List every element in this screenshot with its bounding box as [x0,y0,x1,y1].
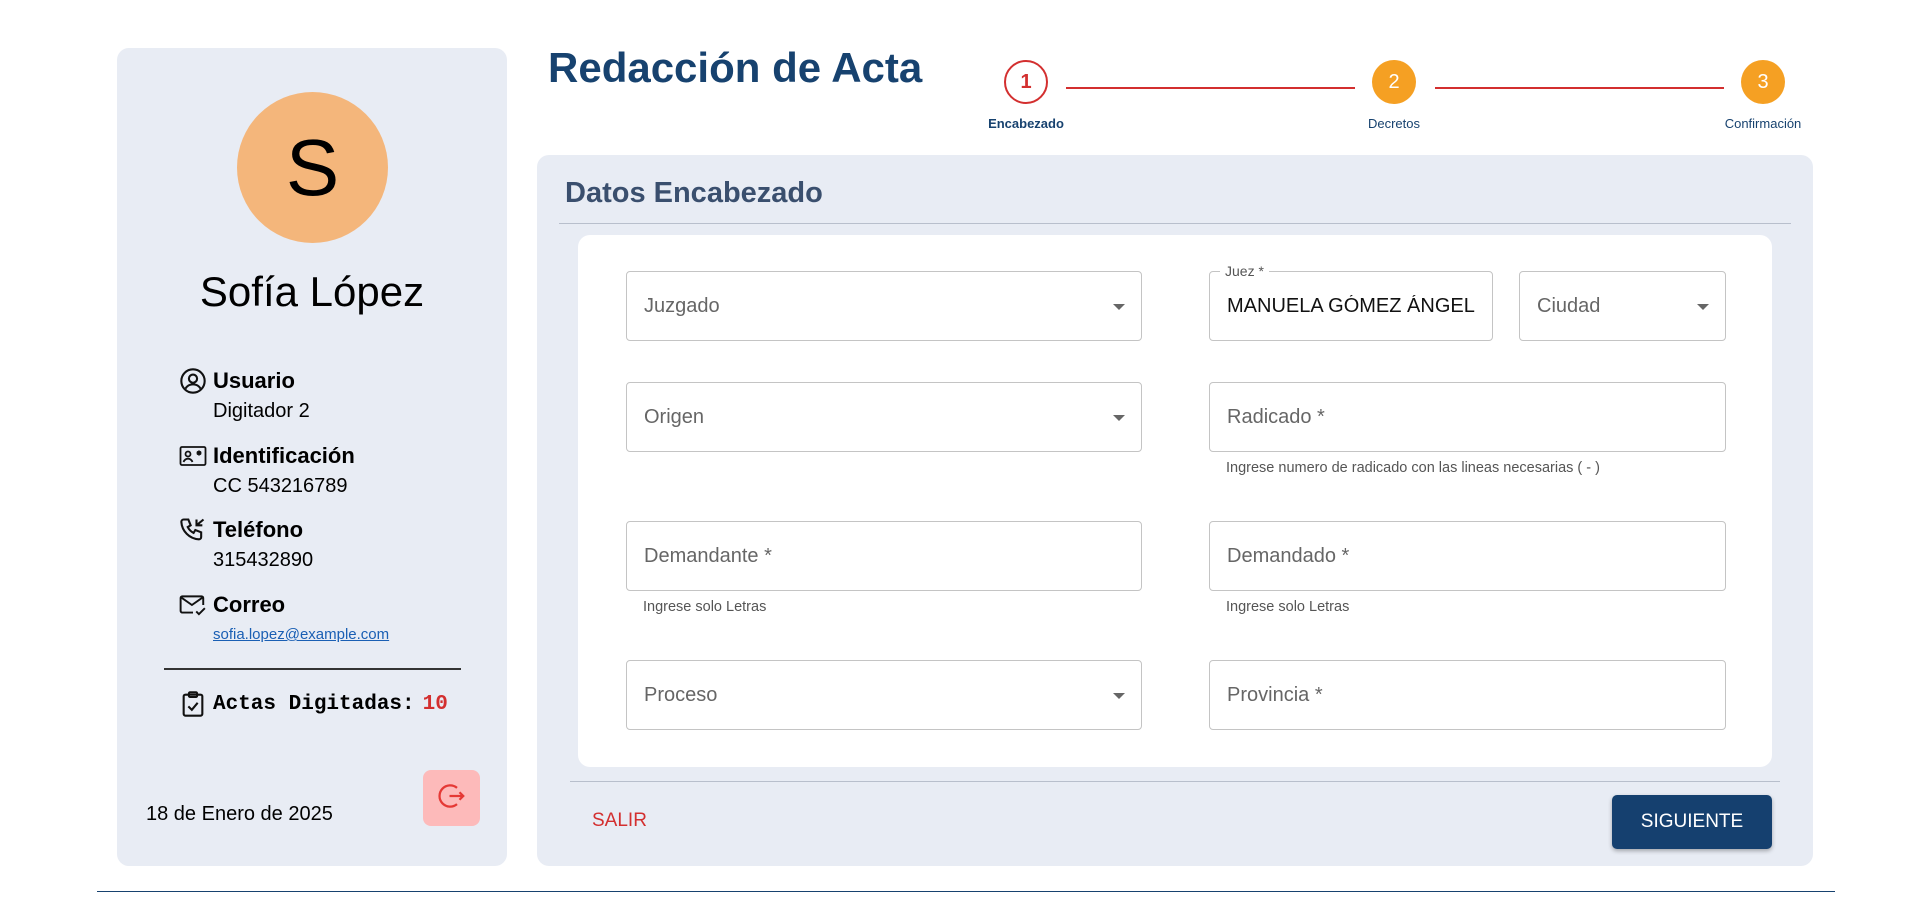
origen-select[interactable]: Origen [626,382,1142,452]
juez-field[interactable]: Juez * MANUELA GÓMEZ ÁNGEL [1209,263,1493,341]
step-encabezado[interactable]: 1 Encabezado [976,60,1076,131]
demandante-field[interactable]: Demandante * [626,521,1142,591]
info-usuario: Usuario Digitador 2 [179,366,310,430]
avatar-letter: S [285,122,340,212]
mail-check-icon [179,590,209,620]
stepper-connector-1 [1066,87,1355,89]
proceso-placeholder: Proceso [644,683,718,706]
ciudad-placeholder: Ciudad [1537,294,1601,317]
demandado-helper: Ingrese solo Letras [1226,599,1350,615]
usuario-label: Usuario [213,368,295,393]
demandante-helper: Ingrese solo Letras [643,599,767,615]
info-correo: Correo sofia.lopez@example.com [179,590,389,643]
id-card-icon [179,441,209,471]
telefono-value: 315432890 [213,549,314,571]
page-title: Redacción de Acta [548,44,923,91]
ciudad-select[interactable]: Ciudad [1519,271,1726,341]
step-3-circle: 3 [1741,60,1785,104]
profile-sidebar: S Sofía López Usuario Digitador 2 Identi… [117,48,507,866]
step-2-label: Decretos [1367,116,1421,131]
account-circle-icon [179,366,209,396]
actas-label: Actas Digitadas: [213,692,415,716]
provincia-field[interactable]: Provincia * [1209,660,1726,730]
form-card: Datos Encabezado Juzgado Juez * MANUELA … [537,155,1813,866]
identificacion-label: Identificación [213,443,355,468]
phone-icon [179,515,209,545]
chevron-down-icon [1113,304,1125,310]
demandante-placeholder: Demandante * [644,544,772,567]
demandado-field[interactable]: Demandado * [1209,521,1726,591]
radicado-helper: Ingrese numero de radicado con las linea… [1226,460,1600,476]
telefono-label: Teléfono [213,517,304,542]
step-1-label: Encabezado [988,116,1064,131]
juzgado-placeholder: Juzgado [644,294,720,317]
demandado-placeholder: Demandado * [1227,544,1350,567]
juzgado-select[interactable]: Juzgado [626,271,1142,341]
step-decretos[interactable]: 2 Decretos [1344,60,1444,131]
section-title: Datos Encabezado [565,177,823,209]
step-2-circle: 2 [1372,60,1416,104]
avatar: S [237,92,388,243]
actas-count: 10 [422,692,448,716]
info-identificacion: Identificación CC 543216789 [179,441,355,505]
provincia-placeholder: Provincia * [1227,683,1323,706]
form-panel: Juzgado Juez * MANUELA GÓMEZ ÁNGEL Ciuda… [578,235,1772,767]
correo-link[interactable]: sofia.lopez@example.com [213,626,389,643]
actas-digitadas: Actas Digitadas: 10 [179,689,448,719]
chevron-down-icon [1113,693,1125,699]
identificacion-value: CC 543216789 [213,475,348,497]
origen-placeholder: Origen [644,405,705,428]
stepper-connector-2 [1435,87,1724,89]
sidebar-divider [164,668,461,670]
step-1-circle: 1 [1004,60,1048,104]
info-telefono: Teléfono 315432890 [179,515,313,579]
radicado-field[interactable]: Radicado * [1209,382,1726,452]
profile-name: Sofía López [199,268,425,315]
footer-divider [570,781,1780,782]
page-bottom-divider [97,891,1835,892]
proceso-select[interactable]: Proceso [626,660,1142,730]
clipboard-check-icon [179,689,209,719]
juez-label: Juez * [1220,263,1269,279]
correo-label: Correo [213,592,286,617]
current-date: 18 de Enero de 2025 [146,803,333,825]
radicado-placeholder: Radicado * [1227,405,1325,428]
usuario-value: Digitador 2 [213,400,310,422]
logout-button[interactable] [423,770,480,826]
chevron-down-icon [1113,415,1125,421]
logout-icon [437,781,467,816]
section-divider [559,223,1791,224]
step-confirmacion[interactable]: 3 Confirmación [1713,60,1813,131]
step-3-label: Confirmación [1724,116,1802,131]
juez-value: MANUELA GÓMEZ ÁNGEL [1227,294,1475,317]
next-button[interactable]: SIGUIENTE [1612,795,1772,849]
exit-button[interactable]: SALIR [592,810,647,832]
chevron-down-icon [1697,304,1709,310]
